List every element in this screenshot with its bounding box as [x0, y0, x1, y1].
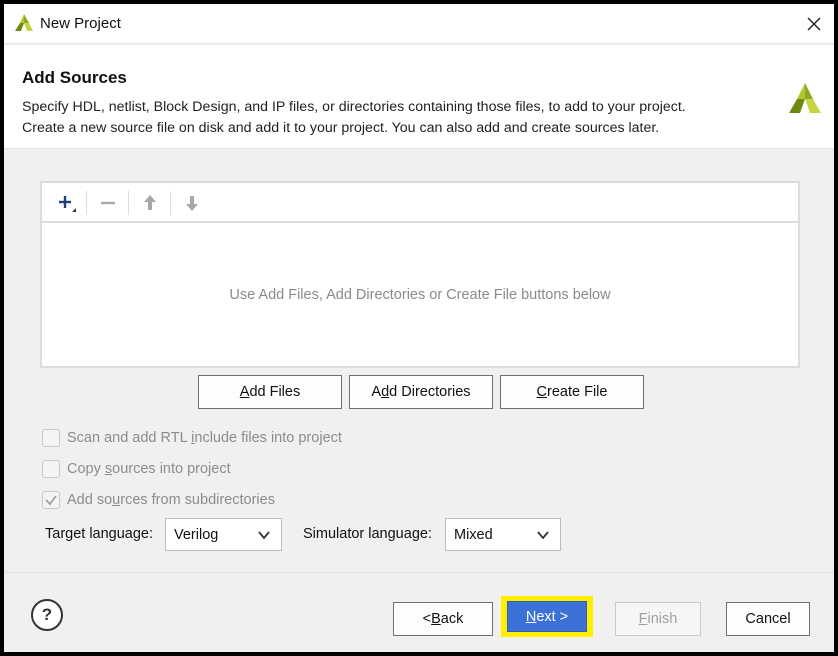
scan-rtl-checkbox[interactable]	[42, 429, 60, 447]
next-button-highlight: Next >	[501, 596, 593, 637]
add-files-label-post: dd Files	[249, 384, 301, 400]
window-title: New Project	[40, 15, 121, 32]
simulator-language-value: Mixed	[454, 526, 493, 543]
content-area: Use Add Files, Add Directories or Create…	[4, 149, 834, 572]
new-project-dialog: New Project Add Sources Specify HDL, net…	[0, 0, 838, 656]
create-file-label-post: reate File	[547, 384, 608, 400]
add-icon[interactable]	[52, 189, 80, 217]
page-title: Add Sources	[22, 68, 127, 87]
description-line-1: Specify HDL, netlist, Block Design, and …	[22, 99, 686, 115]
move-up-icon[interactable]	[136, 189, 164, 217]
copy-sources-checkbox[interactable]	[42, 460, 60, 478]
cancel-button[interactable]: Cancel	[726, 602, 810, 636]
page-header: Add Sources Specify HDL, netlist, Block …	[4, 45, 834, 149]
back-button[interactable]: < Back	[393, 602, 493, 636]
vivado-brand-logo-icon	[789, 83, 821, 113]
add-directories-mnemonic: d	[381, 384, 390, 400]
toolbar-separator	[86, 191, 87, 215]
target-language-value: Verilog	[174, 526, 219, 543]
copy-sources-option[interactable]: Copy sources into project	[42, 459, 231, 479]
checkmark-icon	[45, 495, 57, 506]
close-icon[interactable]	[800, 10, 828, 38]
back-label-post: ack	[440, 611, 464, 627]
add-subdirectories-checkbox[interactable]	[42, 491, 60, 509]
dialog-footer: ? < Back Next > Finish Cancel	[4, 572, 834, 652]
next-button[interactable]: Next >	[507, 601, 587, 632]
sources-toolbar	[42, 183, 798, 223]
vivado-logo-icon	[15, 14, 33, 31]
add-files-mnemonic: A	[239, 384, 250, 400]
back-mnemonic: B	[431, 611, 441, 627]
description-line-2: Create a new source file on disk and add…	[22, 120, 660, 136]
add-directories-button[interactable]: Add Directories	[349, 375, 493, 409]
finish-mnemonic: F	[638, 611, 648, 627]
toolbar-separator	[170, 191, 171, 215]
chevron-down-icon	[537, 531, 549, 540]
toolbar-separator	[128, 191, 129, 215]
page-description: Specify HDL, netlist, Block Design, and …	[22, 97, 762, 139]
title-bar: New Project	[4, 4, 834, 44]
target-language-select[interactable]: Verilog	[165, 518, 282, 551]
add-directories-label-post: d Directories	[389, 384, 471, 400]
back-label-pre: <	[422, 611, 432, 627]
chevron-down-icon	[258, 531, 270, 540]
remove-icon[interactable]	[94, 189, 122, 217]
copy-sources-label: Copy sources into project	[67, 461, 231, 477]
scan-rtl-option[interactable]: Scan and add RTL include files into proj…	[42, 428, 342, 448]
add-files-button[interactable]: Add Files	[198, 375, 342, 409]
move-down-icon[interactable]	[178, 189, 206, 217]
target-language-label: Target language:	[45, 526, 154, 542]
finish-button[interactable]: Finish	[615, 602, 701, 636]
simulator-language-select[interactable]: Mixed	[445, 518, 561, 551]
add-subdirectories-label: Add sources from subdirectories	[67, 492, 275, 508]
add-subdirectories-option[interactable]: Add sources from subdirectories	[42, 490, 275, 510]
empty-sources-message: Use Add Files, Add Directories or Create…	[229, 287, 611, 303]
create-file-button[interactable]: Create File	[500, 375, 644, 409]
next-mnemonic: N	[525, 608, 537, 625]
help-button[interactable]: ?	[31, 599, 63, 631]
finish-label-post: inish	[647, 611, 678, 627]
add-directories-label-pre: A	[371, 384, 382, 400]
simulator-language-label: Simulator language:	[303, 526, 432, 542]
create-file-mnemonic: C	[536, 384, 548, 400]
next-label-post: ext >	[536, 608, 569, 625]
scan-rtl-label: Scan and add RTL include files into proj…	[67, 430, 342, 446]
sources-panel: Use Add Files, Add Directories or Create…	[40, 181, 800, 368]
